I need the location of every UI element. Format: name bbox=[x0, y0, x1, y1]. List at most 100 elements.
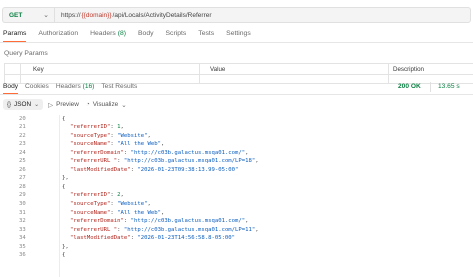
code-text: "referrerID": 2, bbox=[70, 192, 124, 199]
url-variable: {{domain}} bbox=[81, 11, 112, 19]
response-tab-test-results[interactable]: Test Results bbox=[101, 83, 137, 94]
code-text: "referrerURL ": "http://c03b.galactus.ms… bbox=[70, 226, 259, 233]
response-format-toolbar: {} JSON ⌄ ▷ Preview ◔ Visualize ⌄ bbox=[3, 99, 134, 110]
request-tabs: Params Authorization Headers (8) Body Script… bbox=[3, 30, 263, 42]
code-text: "lastModifiedDate": "2026-01-23T09:38:13… bbox=[70, 166, 239, 173]
line-number: 20 bbox=[19, 115, 26, 122]
json-punctuation: }, bbox=[62, 243, 69, 250]
response-tabs-divider bbox=[0, 94, 473, 95]
json-punctuation: { bbox=[62, 115, 66, 122]
tab-label: Headers bbox=[90, 30, 116, 37]
tab-authorization[interactable]: Authorization bbox=[38, 30, 78, 42]
json-value: 2 bbox=[117, 192, 121, 199]
json-key: "referrerURL " bbox=[70, 226, 118, 233]
params-key-input[interactable] bbox=[21, 75, 200, 83]
query-params-title: Query Params bbox=[4, 50, 48, 57]
code-text: "sourceType": "Website", bbox=[70, 132, 151, 139]
tab-count: (8) bbox=[117, 30, 127, 37]
params-key-col: Key bbox=[21, 64, 200, 74]
code-line: 23 "sourceName": "All the Web", bbox=[0, 141, 473, 150]
line-number: 21 bbox=[19, 124, 26, 131]
tab-headers[interactable]: Headers (8) bbox=[90, 30, 126, 42]
params-value-input[interactable] bbox=[200, 75, 389, 83]
response-status-badge[interactable]: 200 OK bbox=[398, 83, 421, 90]
code-line: 35}, bbox=[0, 244, 473, 253]
format-select-label: JSON bbox=[14, 101, 32, 108]
http-method-label: GET bbox=[9, 11, 23, 19]
response-tab-label: Cookies bbox=[25, 83, 49, 90]
code-text: }, bbox=[62, 175, 69, 181]
json-value: "Website" bbox=[117, 201, 148, 207]
code-text: "lastModifiedDate": "2026-01-23T14:56:58… bbox=[70, 235, 236, 242]
json-key: "referrerURL " bbox=[70, 158, 118, 165]
json-key: "referrerDomain" bbox=[70, 149, 124, 156]
tab-tests[interactable]: Tests bbox=[198, 30, 214, 42]
line-number: 34 bbox=[19, 235, 26, 242]
query-params-table: Key Value Description bbox=[4, 63, 473, 84]
response-tab-label: Test Results bbox=[101, 83, 138, 90]
line-number: 27 bbox=[19, 175, 26, 182]
tab-settings[interactable]: Settings bbox=[226, 30, 251, 42]
code-line: 36 { bbox=[0, 252, 473, 261]
code-line: 31 "sourceName": "All the Web", bbox=[0, 210, 473, 219]
json-key: "referrerID" bbox=[70, 192, 111, 199]
line-number: 33 bbox=[19, 226, 26, 233]
url-prefix: https:// bbox=[61, 11, 81, 19]
params-checkbox-col bbox=[5, 64, 21, 74]
line-number: 31 bbox=[19, 209, 26, 216]
code-text: "sourceName": "All the Web", bbox=[70, 209, 165, 216]
code-line: 27}, bbox=[0, 175, 473, 184]
response-tab-headers[interactable]: Headers (16) bbox=[56, 83, 95, 94]
response-time[interactable]: 13.65 s bbox=[438, 83, 460, 90]
code-text: "referrerDomain": "http://c03b.galactus.… bbox=[70, 149, 249, 156]
tab-label: Scripts bbox=[165, 30, 187, 37]
tab-scripts[interactable]: Scripts bbox=[166, 30, 187, 42]
line-number: 22 bbox=[19, 132, 26, 139]
code-line: 33 "referrerURL ": "http://c03b.galactus.… bbox=[0, 227, 473, 236]
tab-label: Tests bbox=[198, 30, 215, 37]
json-key: "sourceName" bbox=[70, 141, 111, 148]
tab-body[interactable]: Body bbox=[138, 30, 154, 42]
code-text: { bbox=[62, 184, 65, 190]
params-row-checkbox[interactable] bbox=[5, 75, 21, 83]
json-value: "http://c03b.galactus.msqa01.com/" bbox=[130, 149, 246, 156]
url-path: /api/Locals/ActivityDetails/Referrer bbox=[112, 11, 212, 19]
status-divider bbox=[430, 82, 431, 92]
line-number: 32 bbox=[19, 218, 26, 225]
params-value-header: Value bbox=[210, 66, 226, 73]
code-line: 34 "lastModifiedDate": "2026-01-23T14:56:… bbox=[0, 235, 473, 244]
code-braces-icon: {} bbox=[7, 101, 12, 108]
code-line: 30 "sourceType": "Website", bbox=[0, 201, 473, 210]
json-punctuation: }, bbox=[62, 175, 69, 182]
tab-label: Settings bbox=[226, 30, 251, 37]
json-value: "2026-01-23T14:56:58.8-05:00" bbox=[137, 235, 236, 242]
response-tab-count: (16) bbox=[82, 83, 95, 90]
format-select[interactable]: {} JSON ⌄ bbox=[3, 99, 44, 110]
code-line: 20 { bbox=[0, 116, 473, 125]
code-line: 29 "referrerID": 2, bbox=[0, 192, 473, 201]
line-number: 29 bbox=[19, 192, 26, 199]
code-text: "sourceType": "Website", bbox=[70, 201, 151, 207]
http-method-select[interactable]: GET ⌄ bbox=[2, 7, 54, 23]
code-text: "referrerURL ": "http://c03b.galactus.ms… bbox=[70, 158, 259, 165]
tabs-divider bbox=[0, 42, 473, 43]
visualize-label: Visualize bbox=[92, 101, 119, 108]
request-url-input[interactable]: https:// {{domain}} /api/Locals/Activity… bbox=[54, 7, 471, 23]
preview-button[interactable]: ▷ Preview bbox=[48, 101, 79, 109]
response-tab-label: Body bbox=[3, 83, 19, 90]
params-description-header: Description bbox=[393, 66, 424, 73]
params-header-row: Key Value Description bbox=[5, 64, 473, 75]
visualize-button[interactable]: ◔ Visualize ⌄ bbox=[86, 101, 127, 109]
response-tab-label: Headers bbox=[55, 83, 81, 90]
tab-label: Body bbox=[138, 30, 154, 37]
json-value: "Website" bbox=[117, 132, 148, 139]
line-number: 35 bbox=[19, 243, 26, 250]
json-key: "sourceName" bbox=[70, 209, 111, 216]
code-line: 32 "referrerDomain": "http://c03b.galactu… bbox=[0, 218, 473, 227]
line-number: 36 bbox=[19, 252, 26, 259]
params-description-input[interactable] bbox=[389, 75, 473, 83]
json-value: "http://c03b.galactus.msqa01.com/LP=18" bbox=[123, 158, 256, 165]
code-text: "referrerDomain": "http://c03b.galactus.… bbox=[70, 218, 249, 225]
response-tab-cookies[interactable]: Cookies bbox=[25, 83, 49, 94]
response-body-editor[interactable]: 20{21 "referrerID": 1, 22 "sourceType": "We… bbox=[0, 115, 473, 277]
